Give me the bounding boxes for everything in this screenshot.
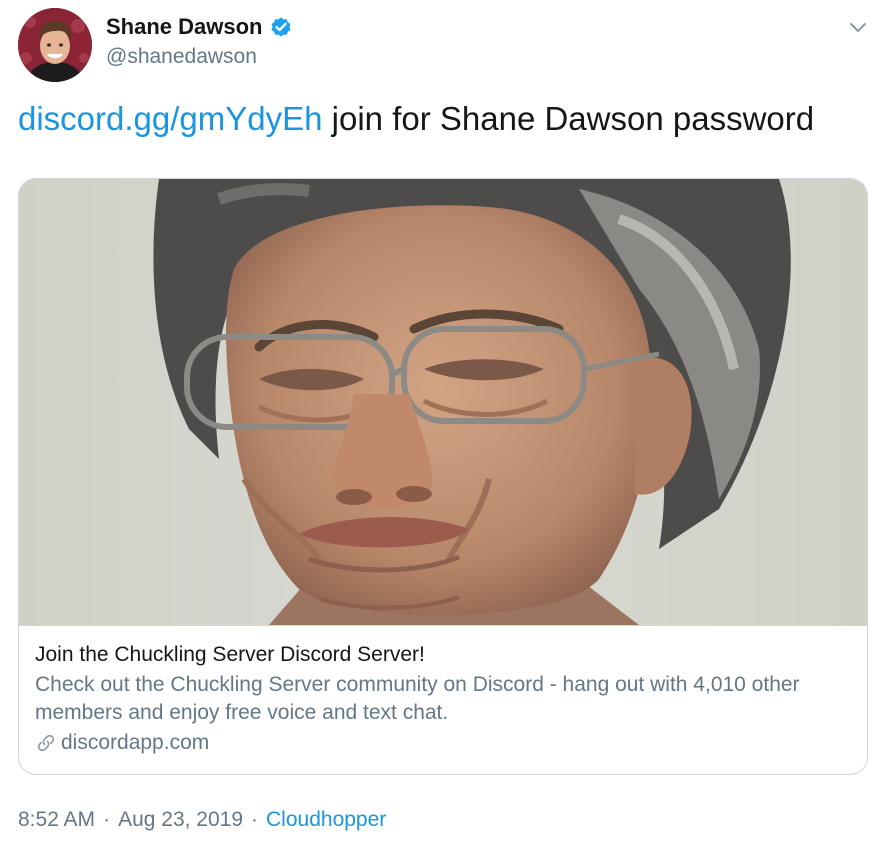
tweet-text: discord.gg/gmYdyEh join for Shane Dawson… (18, 97, 814, 141)
meta-separator: · (103, 808, 111, 831)
avatar[interactable] (18, 8, 92, 82)
verified-badge-icon (269, 15, 293, 39)
card-body: Join the Chuckling Server Discord Server… (35, 641, 851, 757)
tweet-time[interactable]: 8:52 AM (18, 808, 95, 832)
link-icon (35, 732, 57, 754)
card-title: Join the Chuckling Server Discord Server… (35, 643, 425, 666)
link-card[interactable]: Join the Chuckling Server Discord Server… (18, 178, 868, 775)
author-handle[interactable]: @shanedawson (106, 45, 257, 69)
card-domain-row: discordapp.com (35, 729, 851, 757)
tweet: Shane Dawson @shanedawson discord.gg/gmY… (0, 0, 890, 856)
tweet-date[interactable]: Aug 23, 2019 (118, 808, 243, 832)
tweet-meta: 8:52 AM · Aug 23, 2019 · Cloudhopper (18, 808, 386, 832)
tweet-source[interactable]: Cloudhopper (266, 808, 386, 832)
chevron-down-icon[interactable] (845, 14, 871, 40)
author-display-name[interactable]: Shane Dawson (106, 14, 262, 40)
card-domain: discordapp.com (61, 731, 210, 754)
meta-separator: · (251, 808, 259, 831)
author-name-row: Shane Dawson (106, 14, 293, 40)
card-image (19, 179, 867, 626)
tweet-link[interactable]: discord.gg/gmYdyEh (18, 100, 323, 137)
tweet-body-text: join for Shane Dawson password (322, 100, 815, 137)
card-description: Check out the Chuckling Server community… (35, 673, 800, 724)
